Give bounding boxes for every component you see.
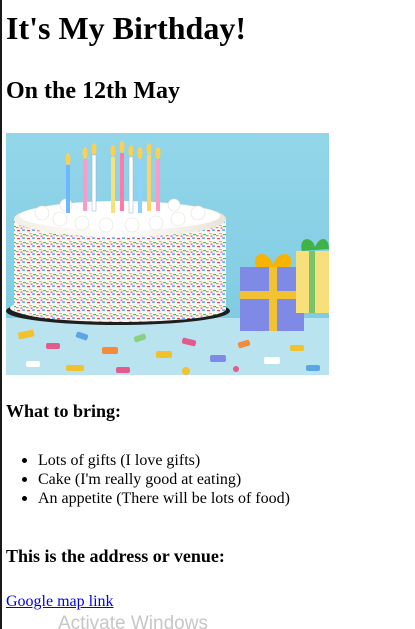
list-item-text: An appetite (There will be lots of food) [38, 490, 290, 507]
activate-windows-watermark: Activate Windows [58, 613, 208, 629]
bullet-icon [22, 477, 27, 482]
bullet-icon [22, 496, 27, 501]
page-title: It's My Birthday! [6, 10, 246, 46]
list-item: Cake (I'm really good at eating) [22, 470, 290, 489]
bullet-icon [22, 458, 27, 463]
bring-list: Lots of gifts (I love gifts) Cake (I'm r… [22, 451, 290, 508]
window-left-border [0, 0, 2, 629]
list-item-text: Lots of gifts (I love gifts) [38, 452, 201, 469]
google-map-link[interactable]: Google map link [6, 592, 114, 612]
venue-heading: This is the address or venue: [6, 546, 225, 566]
birthday-cake-image [6, 133, 329, 375]
list-item: An appetite (There will be lots of food) [22, 489, 290, 508]
list-item-text: Cake (I'm really good at eating) [38, 471, 242, 488]
bring-heading: What to bring: [6, 401, 122, 421]
date-heading: On the 12th May [6, 78, 180, 104]
list-item: Lots of gifts (I love gifts) [22, 451, 290, 470]
